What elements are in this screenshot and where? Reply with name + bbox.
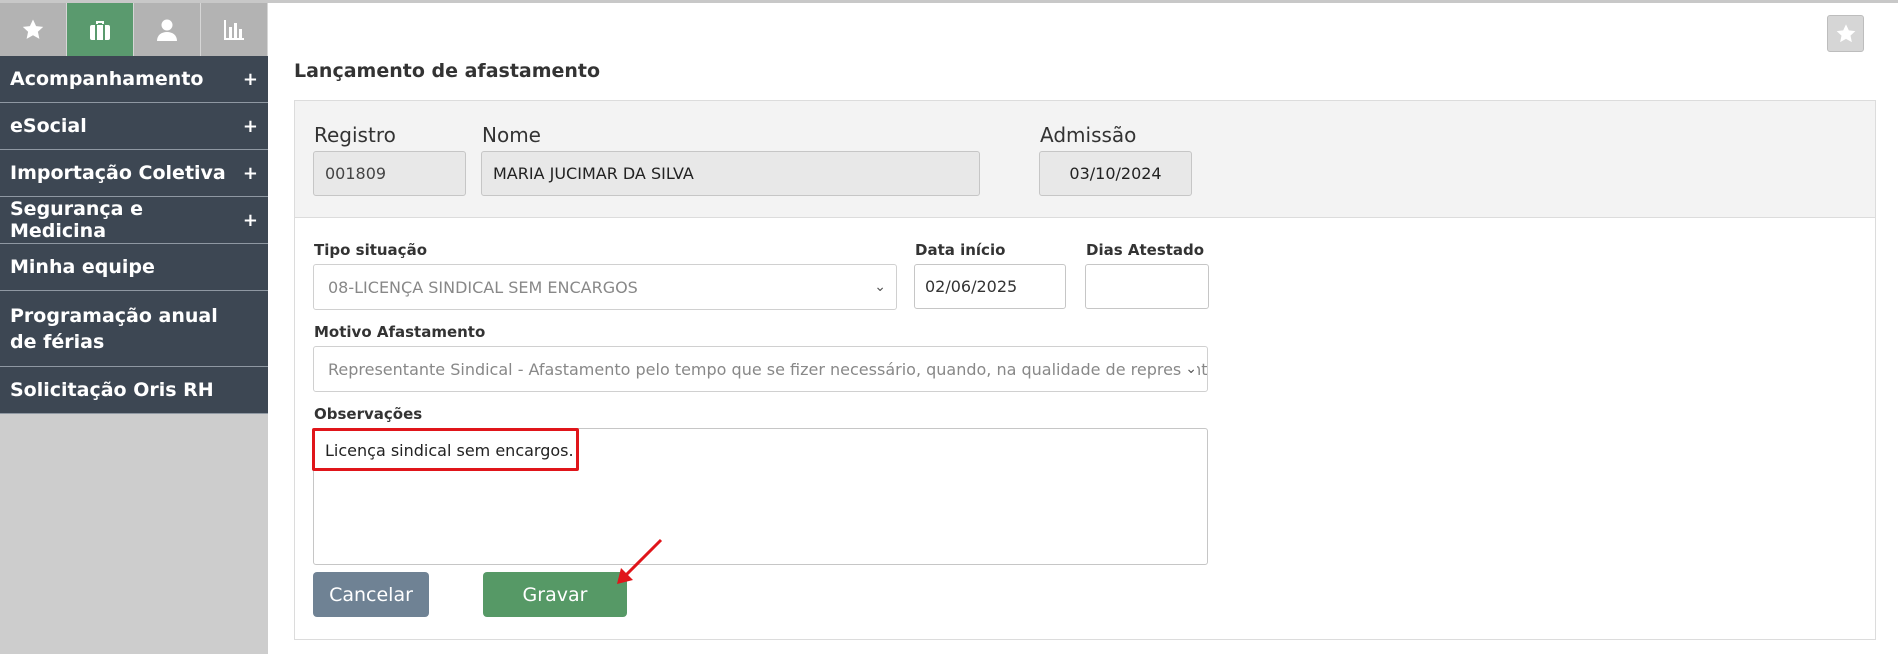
registro-field[interactable]: 001809 — [313, 151, 466, 196]
registro-label: Registro — [314, 123, 396, 147]
nome-label: Nome — [482, 123, 541, 147]
sidebar-item-label: Acompanhamento — [10, 68, 204, 90]
page-title: Lançamento de afastamento — [294, 60, 601, 82]
tab-reports[interactable] — [201, 3, 268, 56]
sidebar-item-minha-equipe[interactable]: Minha equipe — [0, 244, 268, 291]
data-inicio-input[interactable]: 02/06/2025 — [914, 264, 1066, 309]
expand-icon: + — [242, 209, 258, 231]
motivo-afastamento-value: Representante Sindical - Afastamento pel… — [328, 359, 1208, 379]
arrow-annotation-icon — [617, 538, 663, 584]
star-icon — [22, 19, 44, 39]
tipo-situacao-label: Tipo situação — [314, 241, 427, 259]
employee-header: Registro 001809 Nome MARIA JUCIMAR DA SI… — [295, 101, 1875, 218]
sidebar-item-programacao-ferias[interactable]: Programação anual de férias — [0, 291, 268, 367]
sidebar-item-label: Segurança e Medicina — [10, 198, 143, 242]
motivo-afastamento-select[interactable]: Representante Sindical - Afastamento pel… — [313, 346, 1208, 392]
highlight-box — [312, 428, 579, 471]
favorite-button[interactable] — [1827, 15, 1864, 52]
data-inicio-label: Data início — [915, 241, 1006, 259]
sidebar: Acompanhamento + eSocial + Importação Co… — [0, 3, 268, 654]
bar-chart-icon — [224, 19, 244, 40]
form-card: Registro 001809 Nome MARIA JUCIMAR DA SI… — [294, 100, 1876, 640]
chevron-down-icon: ⌄ — [1181, 361, 1197, 377]
sidebar-item-label: eSocial — [10, 115, 87, 137]
sidebar-item-esocial[interactable]: eSocial + — [0, 103, 268, 150]
observacoes-label: Observações — [314, 405, 423, 423]
sidebar-item-label: Minha equipe — [10, 256, 155, 278]
sidebar-item-label: Importação Coletiva — [10, 162, 226, 184]
admissao-label: Admissão — [1040, 123, 1137, 147]
expand-icon: + — [242, 68, 258, 90]
briefcase-icon — [90, 20, 110, 40]
sidebar-item-importacao-coletiva[interactable]: Importação Coletiva + — [0, 150, 268, 197]
sidebar-item-solicitacao-oris[interactable]: Solicitação Oris RH — [0, 367, 268, 414]
sidebar-item-label: Solicitação Oris RH — [10, 379, 214, 401]
main-content: Lançamento de afastamento Registro 00180… — [268, 3, 1898, 654]
motivo-afastamento-label: Motivo Afastamento — [314, 323, 486, 341]
sidebar-item-seguranca-medicina[interactable]: Segurança e Medicina + — [0, 197, 268, 244]
dias-atestado-input[interactable] — [1085, 264, 1209, 309]
user-icon — [157, 19, 177, 41]
sidebar-item-acompanhamento[interactable]: Acompanhamento + — [0, 56, 268, 103]
sidebar-item-label: Programação anual de férias — [10, 304, 218, 353]
dias-atestado-label: Dias Atestado — [1086, 241, 1205, 259]
expand-icon: + — [242, 115, 258, 137]
admissao-field[interactable]: 03/10/2024 — [1039, 151, 1192, 196]
tab-favorites[interactable] — [0, 3, 67, 56]
sidebar-top-icons — [0, 3, 268, 56]
chevron-down-icon: ⌄ — [870, 279, 886, 295]
tab-profile[interactable] — [134, 3, 201, 56]
cancel-button[interactable]: Cancelar — [313, 572, 429, 617]
tab-workspace[interactable] — [67, 3, 134, 56]
tipo-situacao-value: 08-LICENÇA SINDICAL SEM ENCARGOS — [328, 277, 638, 297]
tipo-situacao-select[interactable]: 08-LICENÇA SINDICAL SEM ENCARGOS ⌄ — [313, 264, 897, 310]
expand-icon: + — [242, 162, 258, 184]
nome-field[interactable]: MARIA JUCIMAR DA SILVA — [481, 151, 980, 196]
save-button[interactable]: Gravar — [483, 572, 627, 617]
star-icon — [1836, 23, 1855, 42]
